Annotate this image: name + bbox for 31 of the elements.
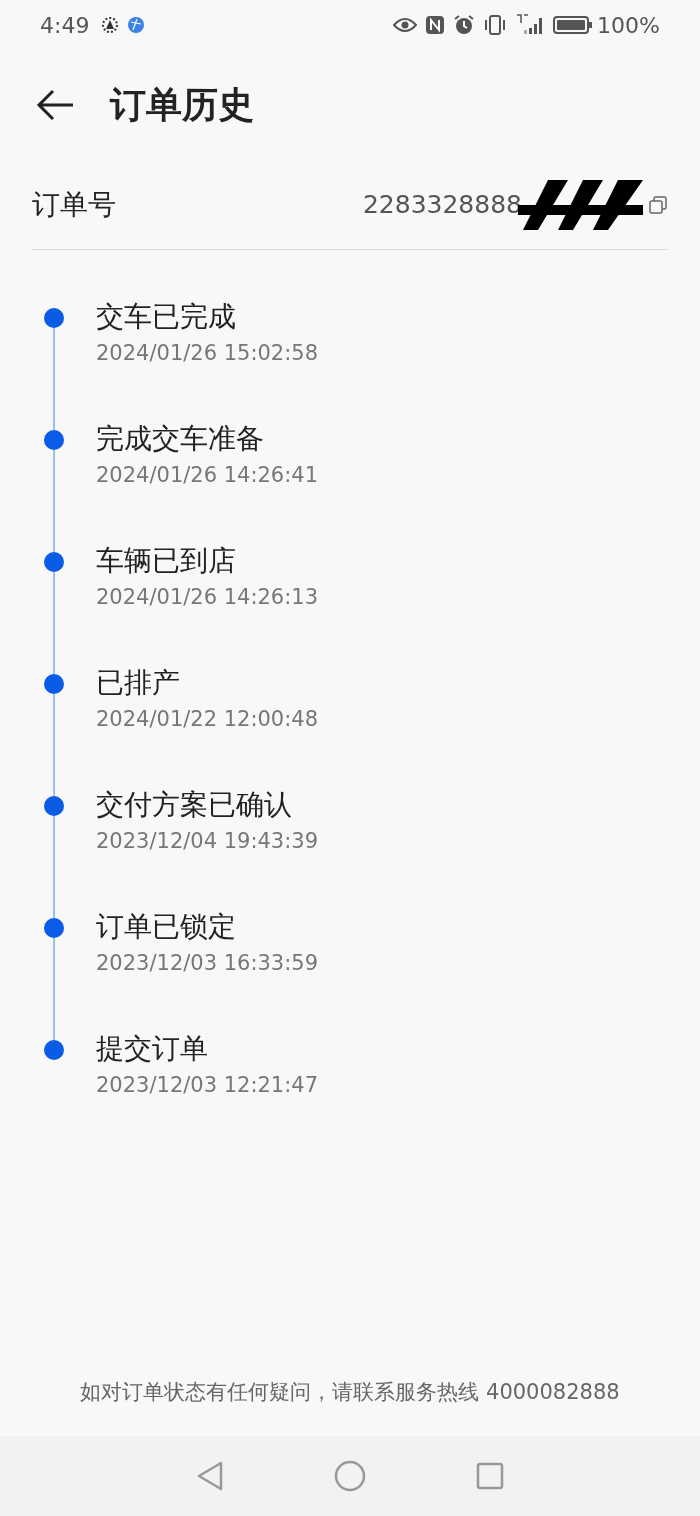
status-time: 2024/01/26 15:02:58 [96, 340, 319, 367]
status-title: 订单已锁定 [96, 909, 237, 945]
nfc-icon [425, 15, 446, 35]
hotline-note: 如对订单状态有任何疑问，请联系服务热线 4000082888 [79, 1378, 621, 1406]
status-title: 车辆已到店 [96, 543, 237, 579]
status-title: 完成交车准备 [96, 421, 265, 457]
order-number: 2283328888 [362, 188, 522, 221]
vibrate-icon [483, 14, 508, 36]
battery-level: 100% [597, 11, 660, 40]
status-title: 已排产 [96, 665, 181, 701]
order-number-label: 订单号 [32, 186, 116, 223]
status-time: 2023/12/04 19:43:39 [96, 828, 319, 855]
home-nav-icon[interactable] [334, 1460, 366, 1492]
status-time: 2024/01/26 14:26:41 [96, 462, 319, 489]
status-title: 交付方案已确认 [96, 787, 293, 823]
status-time: 2024/01/26 14:26:13 [96, 584, 319, 611]
status-time: 2023/12/03 16:33:59 [96, 950, 319, 977]
battery-icon [553, 15, 594, 35]
recents-nav-icon[interactable] [476, 1462, 504, 1490]
status-time: 2023/12/03 12:21:47 [96, 1072, 319, 1099]
eye-icon [393, 17, 418, 33]
page-title: 订单历史 [110, 83, 254, 127]
clock: 4:49 [40, 11, 90, 40]
app-icon [101, 16, 120, 34]
status-title: 交车已完成 [96, 299, 237, 335]
status-title: 提交订单 [96, 1031, 209, 1067]
back-nav-icon[interactable] [196, 1460, 224, 1492]
status-time: 2024/01/22 12:00:48 [96, 706, 319, 733]
copy-icon[interactable] [648, 194, 668, 215]
alarm-icon [453, 14, 476, 36]
globe-icon [127, 16, 146, 34]
